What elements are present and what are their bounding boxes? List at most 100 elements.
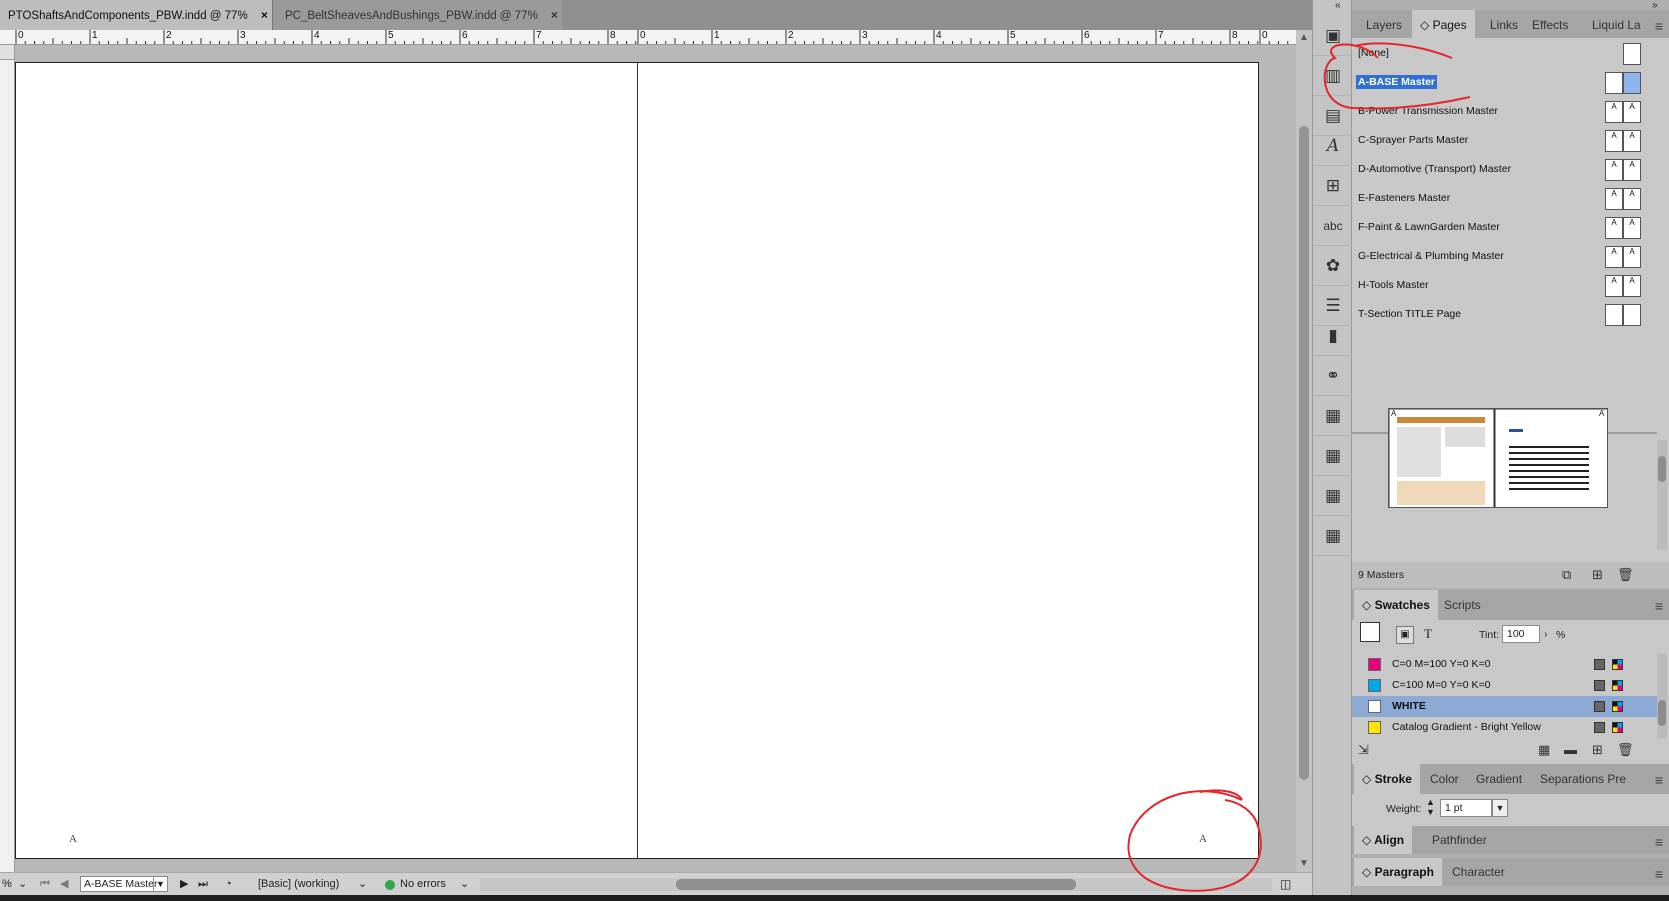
document-page-thumbnails[interactable]: A A: [1388, 408, 1608, 508]
document-tab-belt-sheaves[interactable]: PC_BeltSheavesAndBushings_PBW.indd @ 77%…: [272, 0, 562, 30]
master-thumbnail-right[interactable]: A: [1623, 217, 1641, 239]
text-format-icon[interactable]: T: [1424, 626, 1432, 642]
pages-scrollbar[interactable]: [1657, 440, 1667, 550]
tab-color[interactable]: Color: [1422, 764, 1467, 794]
master-thumbnail[interactable]: [1623, 43, 1641, 65]
hyperlinks-icon[interactable]: ⚭: [1313, 356, 1353, 396]
previous-page-icon[interactable]: ◀: [60, 877, 68, 891]
tab-layers[interactable]: Layers: [1358, 10, 1410, 40]
master-thumbnail-right[interactable]: [1623, 304, 1641, 326]
swatches-scrollbar[interactable]: [1657, 654, 1667, 738]
cc-libraries-icon[interactable]: ⊞: [1313, 166, 1353, 206]
master-thumbnail-right[interactable]: A: [1623, 275, 1641, 297]
new-color-group-icon[interactable]: ▬: [1564, 742, 1577, 757]
master-item[interactable]: G-Electrical & Plumbing Master A A: [1356, 243, 1656, 269]
master-thumbnail-left[interactable]: [1605, 72, 1623, 94]
swatch-row[interactable]: C=0 M=100 Y=0 K=0: [1352, 654, 1657, 675]
container-format-icon[interactable]: ▣: [1396, 626, 1414, 644]
new-swatch-icon[interactable]: ⊞: [1592, 742, 1603, 758]
master-thumbnail-left[interactable]: A: [1605, 159, 1623, 181]
vertical-ruler[interactable]: [0, 60, 15, 872]
master-item[interactable]: [None]: [1356, 40, 1656, 66]
object-styles-icon[interactable]: ✿: [1313, 246, 1353, 286]
document-tab-pto-shafts[interactable]: PTOShaftsAndComponents_PBW.indd @ 77% ×: [0, 0, 272, 30]
profile-dropdown-icon[interactable]: ⌄: [358, 877, 367, 891]
tab-pages[interactable]: ◇ Pages: [1412, 10, 1475, 40]
panel-menu-icon[interactable]: ≡: [1655, 18, 1663, 34]
master-thumbnail-left[interactable]: A: [1605, 217, 1623, 239]
horizontal-ruler[interactable]: 0 1 2 3 4 5 6 7 8 0 1 2 3 4 5 6 7 8 0: [0, 30, 1296, 45]
horizontal-scrollbar[interactable]: [480, 878, 1272, 891]
new-page-icon[interactable]: ⊞: [1592, 562, 1603, 588]
table-icon-4[interactable]: ▦: [1313, 516, 1353, 556]
preflight-profile[interactable]: [Basic] (working): [258, 877, 339, 891]
master-thumbnail-left[interactable]: A: [1605, 130, 1623, 152]
open-page-icon[interactable]: ◔: [225, 877, 232, 891]
pages-scroll-thumb[interactable]: [1658, 456, 1666, 482]
vertical-scroll-thumb[interactable]: [1299, 126, 1309, 780]
horizontal-scroll-thumb[interactable]: [676, 879, 1076, 890]
chevron-down-icon[interactable]: ▼: [1492, 799, 1508, 817]
swatch-options-icon[interactable]: ▦: [1538, 742, 1550, 758]
panel-menu-icon[interactable]: ≡: [1655, 866, 1663, 882]
master-thumbnail-right[interactable]: [1623, 72, 1641, 94]
close-icon[interactable]: ×: [261, 8, 268, 22]
show-swatch-kinds-icon[interactable]: ⇲: [1358, 742, 1369, 758]
tab-align[interactable]: ◇ Align: [1354, 826, 1413, 854]
master-thumbnail-left[interactable]: A: [1605, 188, 1623, 210]
swatch-row[interactable]: C=100 M=0 Y=0 K=0: [1352, 675, 1657, 696]
pages-icon[interactable]: ▣: [1313, 16, 1353, 56]
bookmark-icon[interactable]: ▮: [1313, 316, 1353, 356]
master-item[interactable]: B-Power Transmission Master A A: [1356, 98, 1656, 124]
tab-pathfinder[interactable]: Pathfinder: [1424, 826, 1495, 854]
master-item[interactable]: H-Tools Master A A: [1356, 272, 1656, 298]
zoom-dropdown-icon[interactable]: ⌄: [18, 877, 27, 891]
tab-stroke[interactable]: ◇ Stroke: [1354, 764, 1420, 794]
libraries-icon[interactable]: ▥: [1313, 56, 1353, 96]
master-thumbnail-left[interactable]: A: [1605, 246, 1623, 268]
master-thumbnail-left[interactable]: A: [1605, 275, 1623, 297]
master-thumbnail-right[interactable]: A: [1623, 130, 1641, 152]
tab-effects[interactable]: Effects: [1524, 10, 1576, 40]
panel-menu-icon[interactable]: ≡: [1655, 598, 1663, 614]
master-thumbnail-right[interactable]: A: [1623, 159, 1641, 181]
master-thumbnail-left[interactable]: [1605, 304, 1623, 326]
collapse-icon[interactable]: «: [1335, 0, 1341, 11]
fill-swatch[interactable]: [1360, 622, 1380, 642]
tab-links[interactable]: Links: [1482, 10, 1526, 40]
master-item[interactable]: A-BASE Master: [1356, 69, 1656, 95]
next-page-icon[interactable]: ▶: [180, 877, 188, 891]
table-icon[interactable]: ▦: [1313, 396, 1353, 436]
master-item[interactable]: T-Section TITLE Page: [1356, 301, 1656, 327]
master-thumbnail-right[interactable]: A: [1623, 246, 1641, 268]
master-thumbnail-left[interactable]: A: [1605, 101, 1623, 123]
tab-paragraph[interactable]: ◇ Paragraph: [1354, 858, 1442, 886]
tint-slider-icon[interactable]: ›: [1544, 628, 1548, 640]
split-window-icon[interactable]: ◫: [1280, 877, 1291, 891]
master-item[interactable]: E-Fasteners Master A A: [1356, 185, 1656, 211]
chevron-down-icon[interactable]: ▼: [153, 877, 167, 891]
panel-menu-icon[interactable]: ≡: [1655, 834, 1663, 850]
close-icon[interactable]: ×: [551, 8, 558, 22]
spelling-icon[interactable]: abc: [1313, 206, 1353, 246]
panel-menu-icon[interactable]: ≡: [1655, 772, 1663, 788]
weight-field[interactable]: 1 pt: [1440, 799, 1492, 817]
scroll-up-icon[interactable]: ▲: [1299, 32, 1309, 43]
page-number-field[interactable]: A-BASE Master ▼: [80, 876, 168, 892]
master-spread[interactable]: A A: [15, 62, 1259, 859]
trash-icon[interactable]: 🗑: [1617, 742, 1634, 758]
trash-icon[interactable]: 🗑: [1617, 562, 1634, 588]
master-item[interactable]: C-Sprayer Parts Master A A: [1356, 127, 1656, 153]
swatches-scroll-thumb[interactable]: [1658, 700, 1666, 726]
weight-stepper-icon[interactable]: ▲ ▼: [1426, 797, 1435, 817]
tab-swatches[interactable]: ◇ Swatches: [1354, 590, 1438, 620]
tab-separations-preview[interactable]: Separations Pre: [1532, 764, 1634, 794]
tab-scripts[interactable]: Scripts: [1436, 590, 1489, 620]
scroll-down-icon[interactable]: ▼: [1299, 858, 1309, 869]
swatch-row[interactable]: WHITE: [1352, 696, 1657, 717]
table-icon-3[interactable]: ▦: [1313, 476, 1353, 516]
preflight-menu-icon[interactable]: ⌄: [460, 877, 469, 891]
master-thumbnail-right[interactable]: A: [1623, 188, 1641, 210]
swatch-row[interactable]: Catalog Gradient - Bright Yellow: [1352, 717, 1657, 738]
first-page-icon[interactable]: ⏮: [40, 877, 50, 891]
